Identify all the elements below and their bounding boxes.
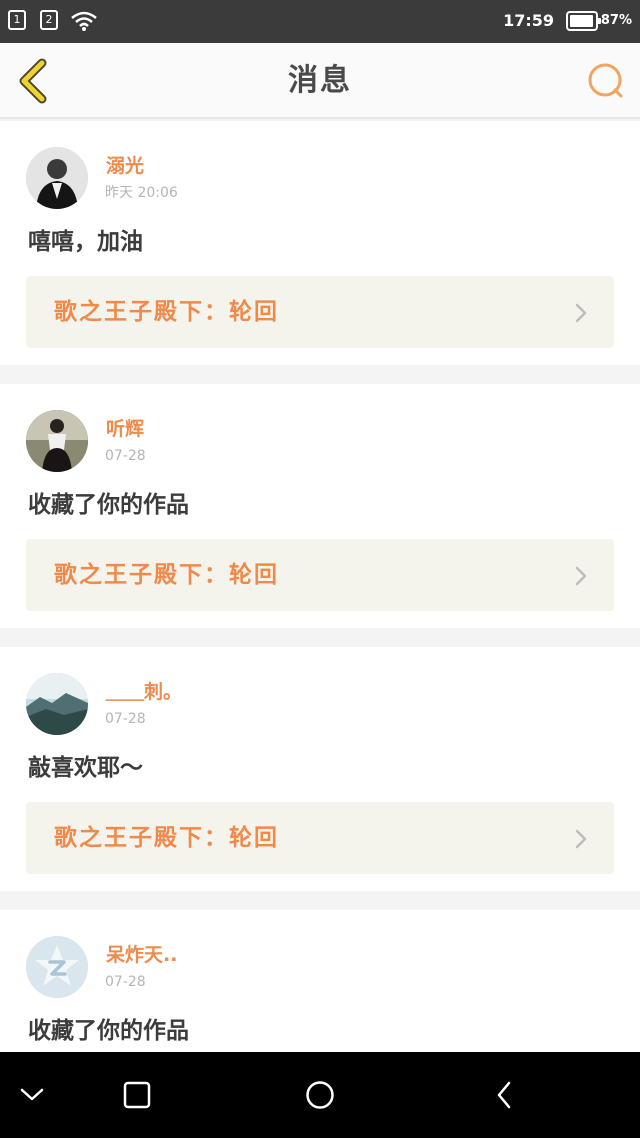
sim-2-icon: 2 xyxy=(40,10,58,30)
username[interactable]: ＿＿刺。 xyxy=(106,680,182,704)
page-title: 消息 xyxy=(288,63,352,98)
sim-1-icon: 1 xyxy=(8,10,26,30)
chevron-right-icon xyxy=(575,566,587,586)
home-icon xyxy=(306,1081,334,1109)
work-link[interactable]: 歌之王子殿下：轮回 xyxy=(26,539,614,611)
avatar[interactable] xyxy=(26,936,88,998)
avatar[interactable] xyxy=(26,673,88,735)
collapse-icon xyxy=(20,1088,44,1101)
message-text: 收藏了你的作品 xyxy=(28,1018,189,1044)
default-avatar-icon xyxy=(26,936,88,998)
work-title: 歌之王子殿下：轮回 xyxy=(54,299,279,325)
message-card[interactable]: 溺光 昨天 20:06 嘻嘻，加油 歌之王子殿下：轮回 xyxy=(0,121,640,365)
system-back-button[interactable] xyxy=(464,1052,544,1138)
message-text: 收藏了你的作品 xyxy=(28,492,189,518)
avatar-image xyxy=(26,147,88,209)
avatar-image xyxy=(26,673,88,735)
status-time: 17:59 xyxy=(503,11,554,30)
battery-percent: 87% xyxy=(600,13,632,28)
work-title: 歌之王子殿下：轮回 xyxy=(54,825,279,851)
avatar[interactable] xyxy=(26,410,88,472)
search-button[interactable] xyxy=(586,61,626,101)
navigation-bar xyxy=(0,1052,640,1138)
home-button[interactable] xyxy=(280,1052,360,1138)
timestamp: 昨天 20:06 xyxy=(105,185,178,201)
timestamp: 07-28 xyxy=(105,711,146,727)
chevron-right-icon xyxy=(575,303,587,323)
avatar-image xyxy=(26,410,88,472)
message-text: 敲喜欢耶～ xyxy=(28,755,143,781)
username[interactable]: 溺光 xyxy=(106,154,144,178)
collapse-button[interactable] xyxy=(0,1052,72,1138)
timestamp: 07-28 xyxy=(105,974,146,990)
username[interactable]: 听辉 xyxy=(106,417,144,441)
screen: 1 2 17:59 87% 消息 溺光 昨天 20:06 嘻嘻，加油 歌之王子殿… xyxy=(0,0,640,1138)
back-icon xyxy=(497,1081,511,1109)
status-bar: 1 2 17:59 87% xyxy=(0,0,640,43)
work-title: 歌之王子殿下：轮回 xyxy=(54,562,279,588)
title-bar: 消息 xyxy=(0,43,640,119)
message-card[interactable]: 呆炸天.. 07-28 收藏了你的作品 xyxy=(0,910,640,1052)
username[interactable]: 呆炸天.. xyxy=(106,943,177,967)
battery-icon xyxy=(566,11,601,31)
recents-button[interactable] xyxy=(97,1052,177,1138)
recents-icon xyxy=(123,1081,151,1109)
wifi-icon xyxy=(71,11,97,31)
message-card[interactable]: 听辉 07-28 收藏了你的作品 歌之王子殿下：轮回 xyxy=(0,384,640,628)
message-text: 嘻嘻，加油 xyxy=(28,229,143,255)
chevron-right-icon xyxy=(575,829,587,849)
search-icon xyxy=(588,63,623,98)
timestamp: 07-28 xyxy=(105,448,146,464)
work-link[interactable]: 歌之王子殿下：轮回 xyxy=(26,276,614,348)
work-link[interactable]: 歌之王子殿下：轮回 xyxy=(26,802,614,874)
message-card[interactable]: ＿＿刺。 07-28 敲喜欢耶～ 歌之王子殿下：轮回 xyxy=(0,647,640,891)
avatar[interactable] xyxy=(26,147,88,209)
